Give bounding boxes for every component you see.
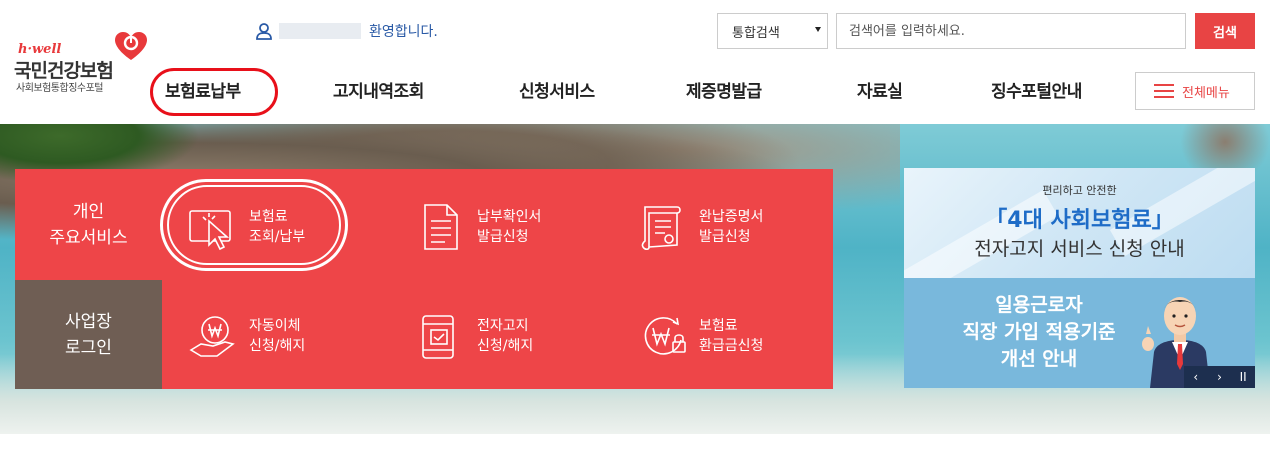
banner1-small-text: 편리하고 안전한 xyxy=(1042,184,1117,197)
service-label: 완납증명서 발급신청 xyxy=(699,209,764,245)
tab-business-login[interactable]: 사업장 로그인 xyxy=(15,280,162,389)
certificate-scroll-icon xyxy=(641,206,681,251)
nav-item-premium-payment[interactable]: 보험료납부 xyxy=(165,70,241,114)
header: h·well 국민건강보험 사회보험통합징수포털 환영합니다. 통합검색 검색 … xyxy=(0,0,1270,124)
user-icon xyxy=(256,23,272,40)
logo[interactable]: h·well 국민건강보험 사회보험통합징수포털 xyxy=(14,32,154,94)
banner2-text: 일용근로자 직장 가입 적용기준 개선 안내 xyxy=(962,294,1116,370)
search-input[interactable] xyxy=(836,13,1186,49)
service-payment-confirmation[interactable]: 납부확인서 발급신청 xyxy=(415,197,541,257)
banner-next-button[interactable]: › xyxy=(1208,366,1232,388)
service-label: 자동이체 신청/해지 xyxy=(249,318,306,354)
banner1-title: 「4대 사회보험료」 xyxy=(985,208,1174,233)
banner-controls: ‹ › II xyxy=(1184,366,1255,388)
refund-coin-icon xyxy=(644,317,686,355)
service-label: 보험료 환급금신청 xyxy=(699,318,764,354)
service-full-payment-certificate[interactable]: 완납증명서 발급신청 xyxy=(637,197,763,257)
banner-prev-button[interactable]: ‹ xyxy=(1184,366,1208,388)
banner1-subtitle: 전자고지 서비스 신청 안내 xyxy=(974,238,1185,260)
nav-item-certificates[interactable]: 제증명발급 xyxy=(686,70,762,114)
coin-hand-icon xyxy=(189,316,235,357)
banner-pause-button[interactable]: II xyxy=(1231,366,1255,388)
all-menu-button[interactable]: 전체메뉴 xyxy=(1135,72,1255,110)
main-services-panel: 개인 주요서비스 사업장 로그인 보험료 조회/납부 납부확인서 발급신청 완납… xyxy=(15,169,833,389)
cursor-click-icon xyxy=(189,210,231,251)
main-nav: 보험료납부 고지내역조회 신청서비스 제증명발급 자료실 징수포털안내 xyxy=(150,68,1110,116)
search-button[interactable]: 검색 xyxy=(1195,13,1255,49)
chevron-down-icon xyxy=(815,27,821,32)
banner-electronic-notice[interactable]: 편리하고 안전한 「4대 사회보험료」 전자고지 서비스 신청 안내 xyxy=(904,168,1255,278)
service-label: 전자고지 신청/해지 xyxy=(477,318,534,354)
mobile-check-icon xyxy=(422,315,454,359)
logo-subtitle: 사회보험통합징수포털 xyxy=(16,83,104,94)
logo-tagline: h·well xyxy=(18,42,62,57)
hamburger-icon xyxy=(1154,83,1174,99)
welcome-message: 환영합니다. xyxy=(255,20,438,42)
service-refund-application[interactable]: 보험료 환급금신청 xyxy=(637,306,763,366)
document-icon xyxy=(424,204,458,250)
search-scope-value: 통합검색 xyxy=(732,25,780,41)
tab-personal-services[interactable]: 개인 주요서비스 xyxy=(15,169,162,280)
service-label: 보험료 조회/납부 xyxy=(249,209,306,245)
all-menu-label: 전체메뉴 xyxy=(1182,85,1230,101)
nav-item-library[interactable]: 자료실 xyxy=(857,70,903,114)
heart-icon xyxy=(115,32,147,60)
search-scope-select[interactable]: 통합검색 xyxy=(717,13,828,49)
masked-username xyxy=(279,23,361,39)
nav-item-portal-guide[interactable]: 징수포털안내 xyxy=(991,70,1082,114)
service-electronic-notice[interactable]: 전자고지 신청/해지 xyxy=(415,306,533,366)
nav-item-notice-inquiry[interactable]: 고지내역조회 xyxy=(333,70,424,114)
service-premium-inquiry-payment[interactable]: 보험료 조회/납부 xyxy=(187,197,305,257)
hero-section: 개인 주요서비스 사업장 로그인 보험료 조회/납부 납부확인서 발급신청 완납… xyxy=(0,124,1270,434)
service-auto-transfer[interactable]: 자동이체 신청/해지 xyxy=(187,306,305,366)
nav-item-application-service[interactable]: 신청서비스 xyxy=(519,70,595,114)
welcome-text: 환영합니다. xyxy=(369,24,438,40)
service-label: 납부확인서 발급신청 xyxy=(477,209,542,245)
